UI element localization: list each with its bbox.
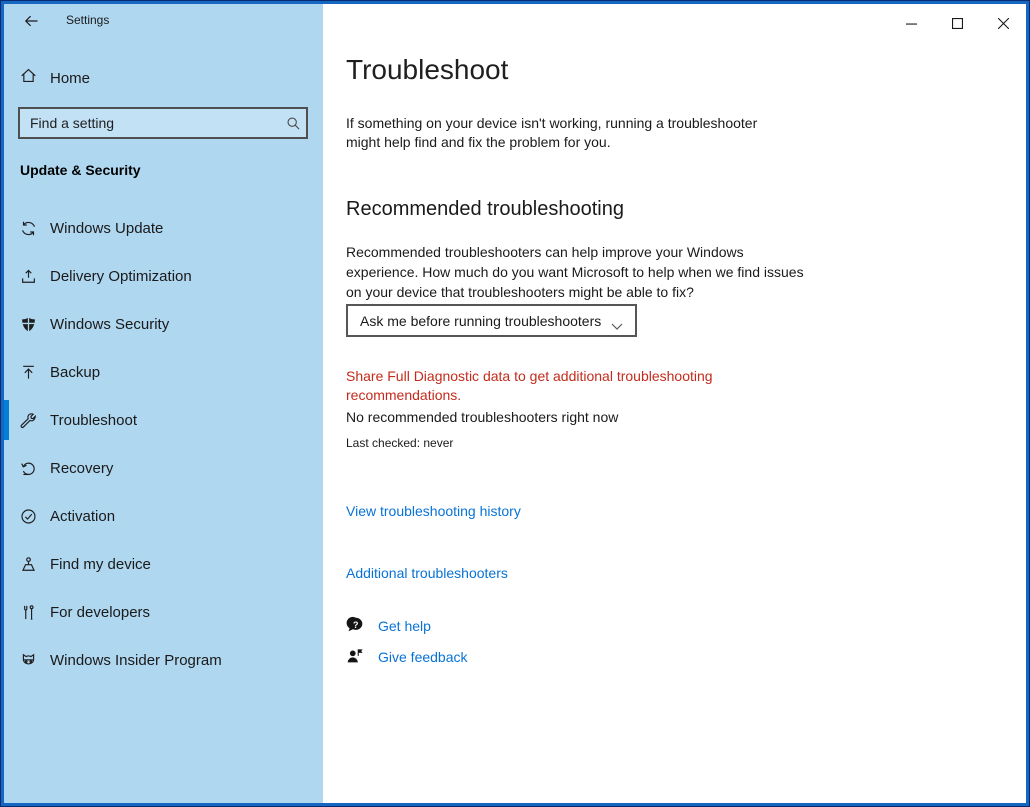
window-controls [888,4,1026,42]
app-title: Settings [66,13,110,27]
selected-indicator [4,400,9,440]
give-feedback-icon [346,647,368,666]
page-title: Troubleshoot [346,54,509,85]
activation-icon [20,508,37,525]
windows-security-icon [20,316,37,333]
windows-insider-icon [20,652,37,669]
recommended-heading: Recommended troubleshooting [346,198,624,220]
sidebar-item-label: Recovery [50,459,114,477]
sidebar-item-find-my-device[interactable]: Find my device [4,544,323,584]
get-help-label: Get help [378,617,431,634]
sidebar-nav: Windows Update Delivery Optimization Win… [4,208,323,688]
give-feedback-label: Give feedback [378,648,468,665]
sidebar-item-backup[interactable]: Backup [4,352,323,392]
troubleshooter-preference-dropdown[interactable]: Ask me before running troubleshooters [346,304,637,337]
minimize-button[interactable] [888,4,934,42]
sidebar-item-activation[interactable]: Activation [4,496,323,536]
main-content: Troubleshoot If something on your device… [323,4,1026,803]
maximize-button[interactable] [934,4,980,42]
sidebar-item-delivery-optimization[interactable]: Delivery Optimization [4,256,323,296]
sidebar-item-label: Home [50,69,91,87]
sidebar-item-label: Windows Security [50,315,170,333]
recommended-description: Recommended troubleshooters can help imp… [346,244,804,300]
close-button[interactable] [980,4,1026,42]
svg-text:?: ? [353,620,358,630]
get-help-icon: ? [346,616,368,635]
search-input[interactable] [20,115,280,131]
close-icon [997,17,1009,29]
sidebar-item-label: For developers [50,603,151,621]
backup-icon [20,364,37,381]
sidebar-item-home[interactable]: Home [4,58,323,98]
back-arrow-icon [25,15,38,27]
recommended-status: No recommended troubleshooters right now [346,409,619,425]
view-troubleshooting-history-link[interactable]: View troubleshooting history [346,503,521,519]
window-content: Settings Home Update & Security [1,1,1029,806]
settings-window: Settings Home Update & Security [0,0,1030,807]
search-icon[interactable] [280,116,306,131]
last-checked-label: Last checked: never [346,436,454,450]
recovery-icon [20,460,37,477]
sidebar-item-label: Activation [50,507,116,525]
sidebar-section-heading: Update & Security [20,162,141,178]
sidebar-item-windows-security[interactable]: Windows Security [4,304,323,344]
sidebar-item-windows-insider-program[interactable]: Windows Insider Program [4,640,323,680]
sidebar-item-troubleshoot[interactable]: Troubleshoot [4,400,323,440]
back-button[interactable] [16,8,46,34]
chevron-down-icon [611,318,623,336]
sidebar-item-label: Backup [50,363,101,381]
windows-update-icon [20,220,37,237]
search-box [18,107,308,139]
find-my-device-icon [20,556,37,573]
sidebar-item-label: Windows Update [50,219,164,237]
troubleshoot-icon [20,412,37,429]
sidebar-item-recovery[interactable]: Recovery [4,448,323,488]
maximize-icon [951,17,963,29]
minimize-icon [905,23,917,25]
sidebar-item-label: Find my device [50,555,151,573]
for-developers-icon [20,604,37,621]
sidebar-item-for-developers[interactable]: For developers [4,592,323,632]
give-feedback-link[interactable]: Give feedback [346,647,468,666]
diagnostic-data-warning-link[interactable]: Share Full Diagnostic data to get additi… [346,367,758,405]
sidebar-item-windows-update[interactable]: Windows Update [4,208,323,248]
sidebar-item-label: Troubleshoot [50,411,137,429]
sidebar: Settings Home Update & Security [4,4,323,803]
home-icon [20,67,37,89]
delivery-optimization-icon [20,268,37,285]
get-help-link[interactable]: ? Get help [346,616,431,635]
page-intro: If something on your device isn't workin… [346,115,758,150]
sidebar-item-label: Windows Insider Program [50,651,222,669]
sidebar-item-label: Delivery Optimization [50,267,192,285]
additional-troubleshooters-link[interactable]: Additional troubleshooters [346,565,508,581]
dropdown-value: Ask me before running troubleshooters [360,312,602,329]
